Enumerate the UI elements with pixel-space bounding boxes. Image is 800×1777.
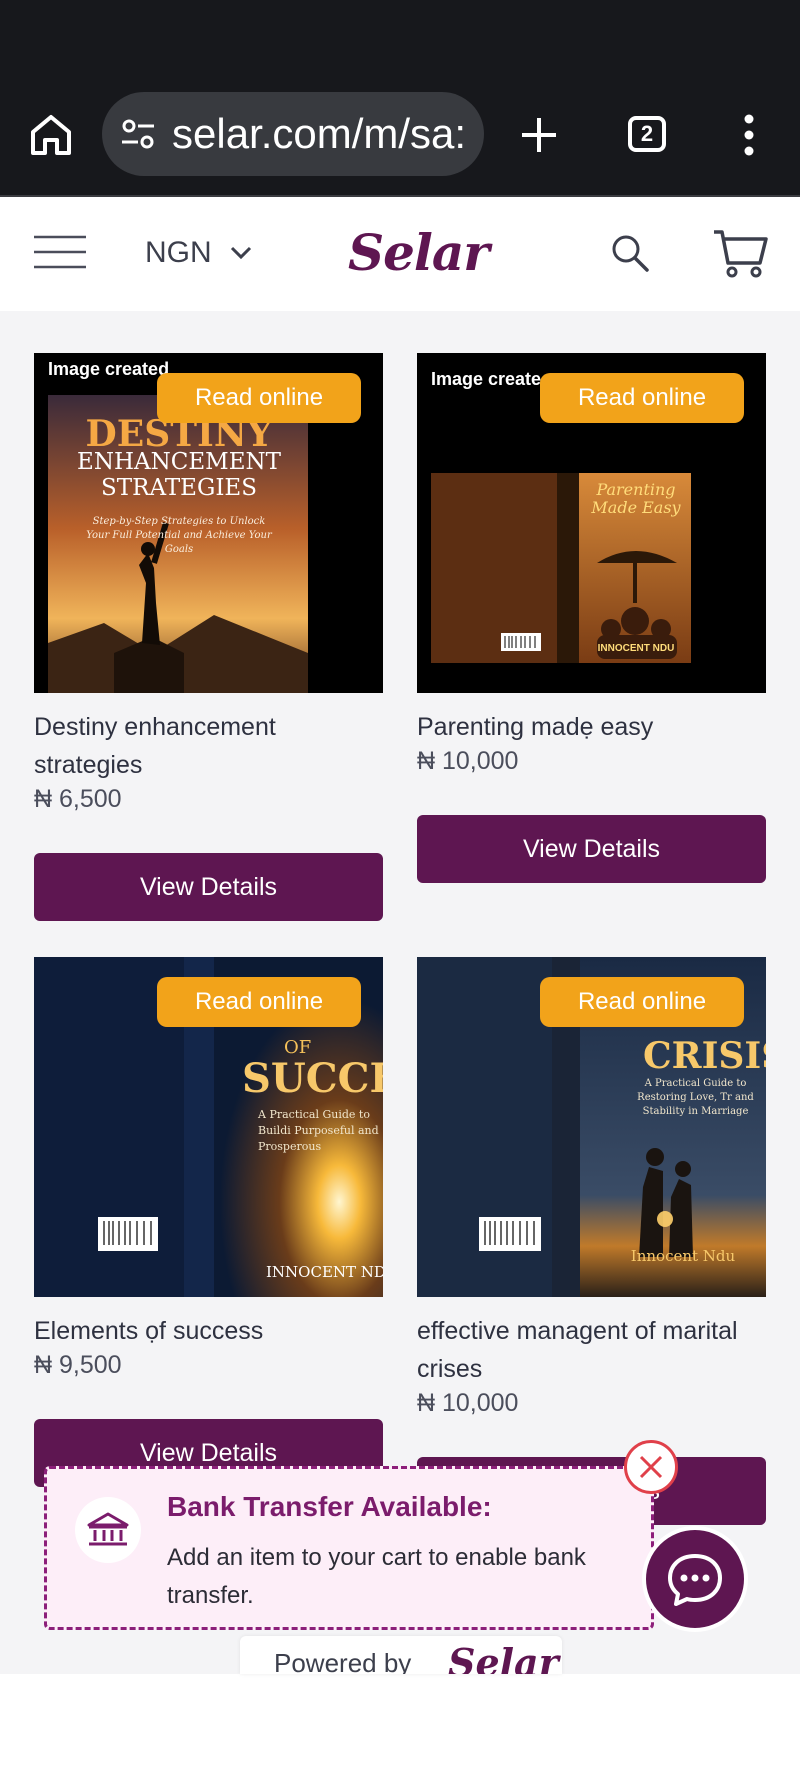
bank-icon-badge xyxy=(75,1497,141,1563)
chat-icon xyxy=(668,1554,722,1606)
product-title[interactable]: effective managent of marital crises xyxy=(417,1312,766,1388)
cover-subtitle: A Practical Guide to Buildi Purposeful a… xyxy=(258,1108,379,1153)
read-online-button[interactable]: Read online xyxy=(157,373,361,423)
close-notice-button[interactable] xyxy=(624,1440,678,1494)
cover-author: Innocent Ndu xyxy=(630,1247,736,1265)
cover-author: INNOCENT NDU xyxy=(266,1263,383,1281)
cover-heading-2: ENHANCEMENT xyxy=(77,449,281,475)
bank-icon xyxy=(87,1512,129,1546)
product-cover[interactable]: OF SUCCES A Practical Guide to Buildi Pu… xyxy=(34,957,383,1297)
product-title[interactable]: Elements ọf success xyxy=(34,1312,383,1350)
url-text: selar.com/m/sa: xyxy=(172,110,466,157)
image-caption: Image create xyxy=(431,369,542,389)
powered-by-badge[interactable]: Powered by Selar xyxy=(240,1636,562,1674)
read-online-button[interactable]: Read online xyxy=(540,977,744,1027)
selar-logo[interactable]: Selar xyxy=(348,223,490,282)
site-header: NGN Selar xyxy=(0,197,800,311)
site-settings-icon[interactable] xyxy=(120,118,156,150)
view-details-button[interactable]: View Details xyxy=(34,853,383,921)
product-price: ₦ 6,500 xyxy=(34,785,122,813)
product-title[interactable]: Parenting madẹ easy xyxy=(417,708,766,746)
currency-selector[interactable]: NGN xyxy=(145,227,252,279)
cover-author: INNOCENT NDU xyxy=(597,643,675,654)
cover-heading-3: STRATEGIES xyxy=(101,475,257,501)
close-icon xyxy=(639,1455,663,1479)
view-details-button[interactable]: View Details xyxy=(417,815,766,883)
product-card: DESTINY ENHANCEMENT STRATEGIES Step-by-S… xyxy=(34,353,383,923)
image-caption: Image created xyxy=(48,359,170,379)
bank-transfer-notice: Bank Transfer Available: Add an item to … xyxy=(44,1466,654,1630)
status-bar xyxy=(0,0,800,70)
currency-label: NGN xyxy=(145,236,212,269)
cover-heading: Parenting Made Easy xyxy=(591,480,681,517)
product-card: OF SUCCES A Practical Guide to Buildi Pu… xyxy=(34,957,383,1487)
more-options-icon[interactable] xyxy=(740,112,758,158)
chat-button[interactable] xyxy=(642,1526,748,1632)
cover-heading: SUCCES xyxy=(242,1055,383,1102)
browser-toolbar: selar.com/m/sa: 2 xyxy=(0,70,800,197)
product-cover[interactable]: DESTINY ENHANCEMENT STRATEGIES Step-by-S… xyxy=(34,353,383,693)
powered-by-logo: Selar xyxy=(448,1640,559,1674)
product-cover[interactable]: Parenting Made Easy INNOCENT NDU Image c… xyxy=(417,353,766,693)
product-title[interactable]: Destiny enhancement strategies xyxy=(34,708,383,784)
product-price: ₦ 10,000 xyxy=(417,747,519,775)
cover-subtitle: A Practical Guide to Restoring Love, Tr … xyxy=(637,1078,754,1117)
product-price: ₦ 10,000 xyxy=(417,1389,519,1417)
product-price: ₦ 9,500 xyxy=(34,1351,122,1379)
cover-subtitle: Step-by-Step Strategies to Unlock Your F… xyxy=(86,516,272,555)
cart-icon[interactable] xyxy=(712,227,768,279)
home-icon[interactable] xyxy=(28,112,74,158)
product-cover[interactable]: CRISIS A Practical Guide to Restoring Lo… xyxy=(417,957,766,1297)
tab-switcher-button[interactable]: 2 xyxy=(628,116,666,152)
search-icon[interactable] xyxy=(610,233,650,273)
notice-body: Add an item to your cart to enable bank … xyxy=(167,1544,586,1609)
menu-icon[interactable] xyxy=(34,235,86,269)
product-card: Parenting Made Easy INNOCENT NDU Image c… xyxy=(417,353,766,883)
plus-icon[interactable] xyxy=(518,114,560,156)
address-bar[interactable]: selar.com/m/sa: xyxy=(102,92,484,176)
chevron-down-icon xyxy=(230,246,251,260)
product-card: CRISIS A Practical Guide to Restoring Lo… xyxy=(417,957,766,1527)
read-online-button[interactable]: Read online xyxy=(540,373,744,423)
cover-heading: CRISIS xyxy=(643,1035,766,1077)
read-online-button[interactable]: Read online xyxy=(157,977,361,1027)
powered-by-label: Powered by xyxy=(274,1648,412,1674)
notice-title: Bank Transfer Available: xyxy=(167,1491,492,1522)
